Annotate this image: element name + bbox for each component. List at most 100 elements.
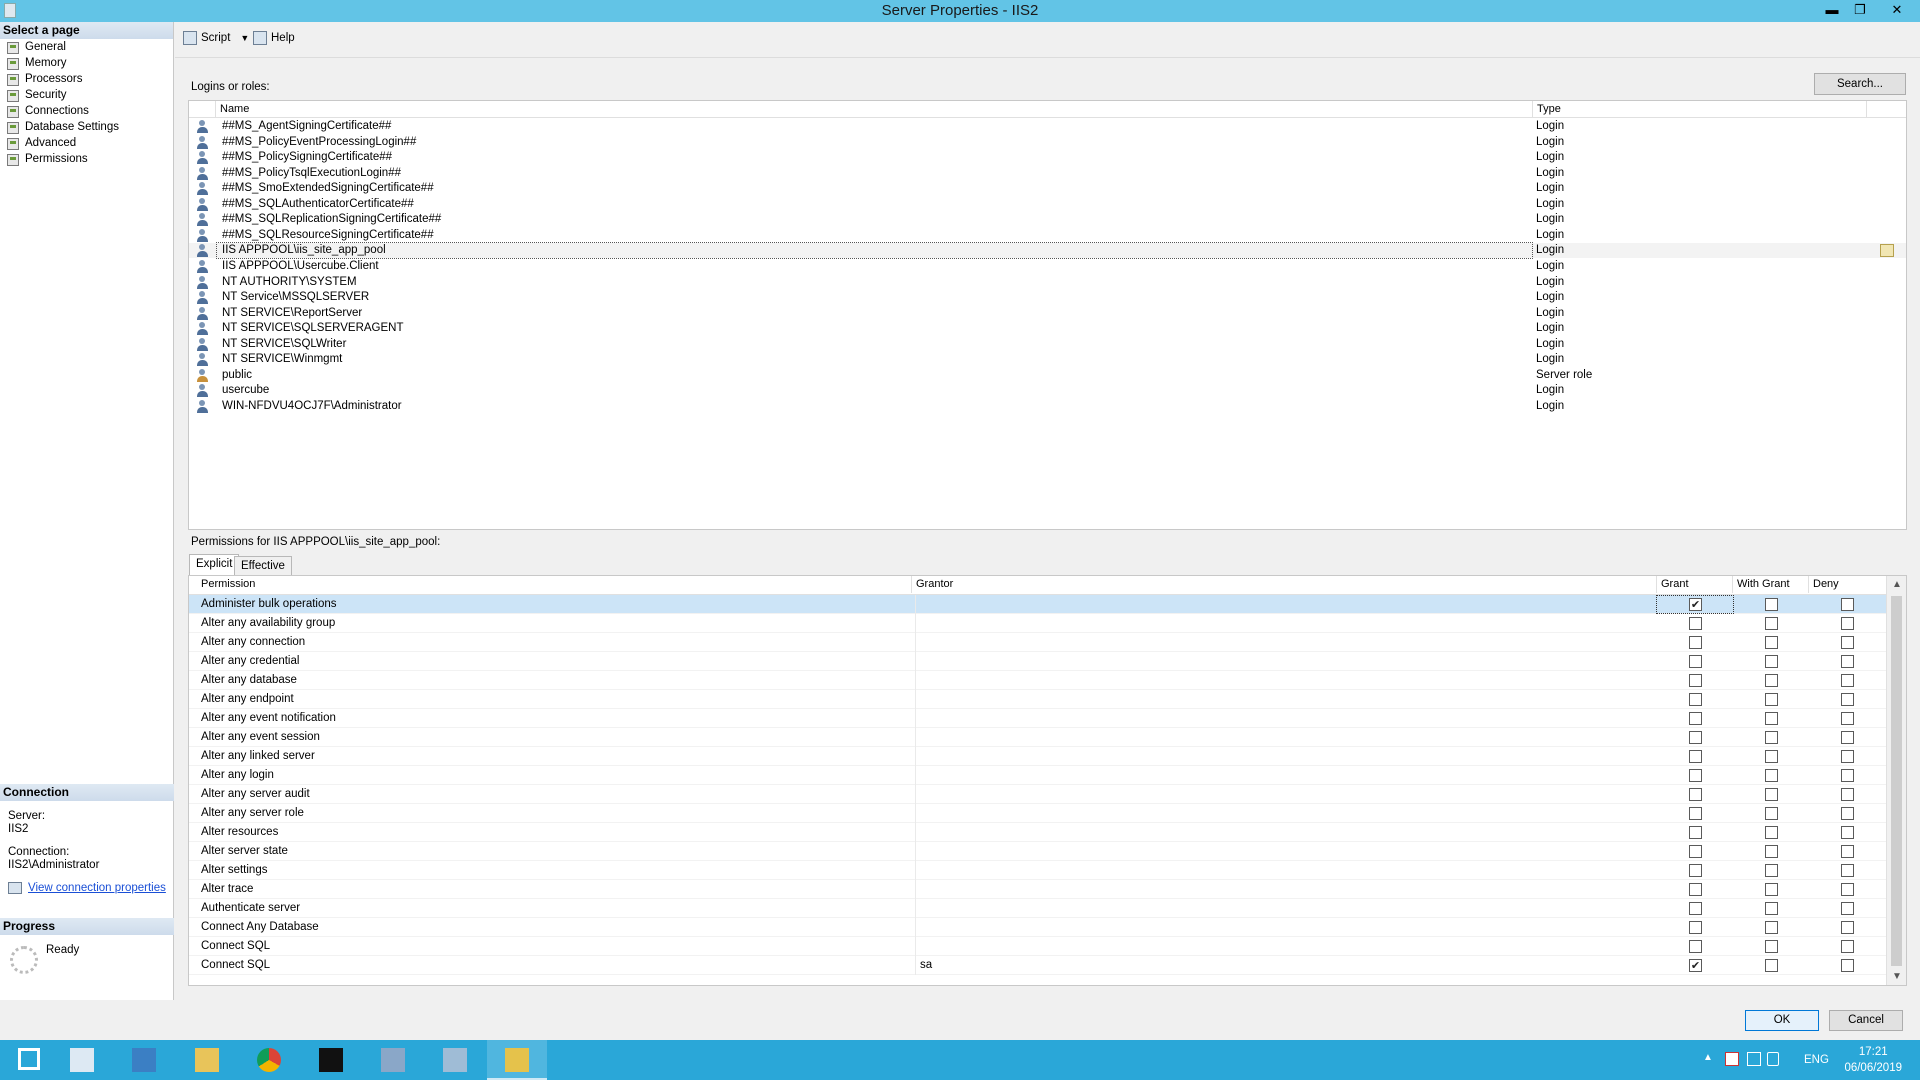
column-with-grant[interactable]: With Grant [1732, 576, 1808, 593]
close-button[interactable]: ✕ [1874, 0, 1920, 20]
grant-checkbox[interactable] [1689, 902, 1702, 915]
grant-checkbox[interactable] [1689, 864, 1702, 877]
with-grant-checkbox[interactable] [1765, 750, 1778, 763]
grant-checkbox[interactable] [1689, 598, 1702, 611]
deny-checkbox[interactable] [1841, 750, 1854, 763]
sql-config-taskbar-button[interactable] [363, 1040, 423, 1080]
search-button[interactable]: Search... [1814, 73, 1906, 95]
login-row[interactable]: ##MS_SQLReplicationSigningCertificate## L… [189, 212, 1906, 227]
permission-row[interactable]: Alter any server role [189, 804, 1886, 823]
permission-row[interactable]: Alter any event notification [189, 709, 1886, 728]
page-item-advanced[interactable]: Advanced [0, 135, 173, 151]
clock[interactable]: 17:21 06/06/2019 [1844, 1044, 1902, 1076]
deny-checkbox[interactable] [1841, 712, 1854, 725]
permission-row[interactable]: Alter trace [189, 880, 1886, 899]
permission-row[interactable]: Alter any server audit [189, 785, 1886, 804]
grant-checkbox[interactable] [1689, 788, 1702, 801]
column-deny[interactable]: Deny [1808, 576, 1886, 593]
deny-checkbox[interactable] [1841, 788, 1854, 801]
with-grant-checkbox[interactable] [1765, 693, 1778, 706]
ok-button[interactable]: OK [1745, 1010, 1819, 1031]
with-grant-checkbox[interactable] [1765, 788, 1778, 801]
permission-row[interactable]: Alter server state [189, 842, 1886, 861]
column-grantor[interactable]: Grantor [911, 576, 1656, 593]
edit-icon[interactable] [1880, 244, 1894, 258]
with-grant-checkbox[interactable] [1765, 921, 1778, 934]
chevron-down-icon[interactable]: ▼ [240, 33, 249, 43]
chrome-taskbar-button[interactable] [239, 1040, 299, 1080]
deny-checkbox[interactable] [1841, 902, 1854, 915]
page-item-security[interactable]: Security [0, 87, 173, 103]
column-name[interactable]: Name [215, 101, 1532, 118]
grant-checkbox[interactable] [1689, 769, 1702, 782]
with-grant-checkbox[interactable] [1765, 826, 1778, 839]
deny-checkbox[interactable] [1841, 883, 1854, 896]
with-grant-checkbox[interactable] [1765, 902, 1778, 915]
start-taskbar-button[interactable] [0, 1040, 60, 1080]
grant-checkbox[interactable] [1689, 940, 1702, 953]
deny-checkbox[interactable] [1841, 940, 1854, 953]
login-row[interactable]: IIS APPPOOL\Usercube.Client Login [189, 259, 1906, 274]
deny-checkbox[interactable] [1841, 807, 1854, 820]
with-grant-checkbox[interactable] [1765, 598, 1778, 611]
column-type[interactable]: Type [1532, 101, 1866, 118]
with-grant-checkbox[interactable] [1765, 712, 1778, 725]
permission-row[interactable]: Alter any availability group [189, 614, 1886, 633]
permission-row[interactable]: Alter settings [189, 861, 1886, 880]
login-row[interactable]: NT SERVICE\SQLWriter Login [189, 337, 1906, 352]
grant-checkbox[interactable] [1689, 883, 1702, 896]
deny-checkbox[interactable] [1841, 826, 1854, 839]
language-indicator[interactable]: ENG [1804, 1040, 1829, 1080]
volume-icon[interactable] [1767, 1052, 1779, 1066]
with-grant-checkbox[interactable] [1765, 674, 1778, 687]
column-grant[interactable]: Grant [1656, 576, 1732, 593]
cancel-button[interactable]: Cancel [1829, 1010, 1903, 1031]
deny-checkbox[interactable] [1841, 617, 1854, 630]
page-item-permissions[interactable]: Permissions [0, 151, 173, 167]
with-grant-checkbox[interactable] [1765, 769, 1778, 782]
deny-checkbox[interactable] [1841, 769, 1854, 782]
with-grant-checkbox[interactable] [1765, 617, 1778, 630]
deny-checkbox[interactable] [1841, 959, 1854, 972]
login-row[interactable]: usercube Login [189, 383, 1906, 398]
server-manager-taskbar-button[interactable] [52, 1040, 112, 1080]
permission-row[interactable]: Alter any event session [189, 728, 1886, 747]
page-item-database-settings[interactable]: Database Settings [0, 119, 173, 135]
permission-row[interactable]: Connect Any Database [189, 918, 1886, 937]
page-item-memory[interactable]: Memory [0, 55, 173, 71]
deny-checkbox[interactable] [1841, 655, 1854, 668]
grant-checkbox[interactable] [1689, 921, 1702, 934]
deny-checkbox[interactable] [1841, 636, 1854, 649]
file-explorer-taskbar-button[interactable] [177, 1040, 237, 1080]
deny-checkbox[interactable] [1841, 693, 1854, 706]
login-row[interactable]: NT AUTHORITY\SYSTEM Login [189, 275, 1906, 290]
restore-button[interactable]: ❐ [1846, 0, 1874, 20]
permission-row[interactable]: Alter any linked server [189, 747, 1886, 766]
permission-row[interactable]: Authenticate server [189, 899, 1886, 918]
page-item-connections[interactable]: Connections [0, 103, 173, 119]
notepad-taskbar-button[interactable] [425, 1040, 485, 1080]
login-row[interactable]: ##MS_PolicyEventProcessingLogin## Login [189, 135, 1906, 150]
permission-row[interactable]: Connect SQL [189, 937, 1886, 956]
permission-row[interactable]: Alter resources [189, 823, 1886, 842]
permission-row[interactable]: Alter any endpoint [189, 690, 1886, 709]
with-grant-checkbox[interactable] [1765, 807, 1778, 820]
grant-checkbox[interactable] [1689, 655, 1702, 668]
login-row[interactable]: ##MS_PolicySigningCertificate## Login [189, 150, 1906, 165]
login-row[interactable]: NT SERVICE\ReportServer Login [189, 306, 1906, 321]
login-row[interactable]: NT SERVICE\SQLSERVERAGENT Login [189, 321, 1906, 336]
login-row[interactable]: IIS APPPOOL\iis_site_app_pool Login [189, 242, 1906, 260]
grant-checkbox[interactable] [1689, 807, 1702, 820]
tray-expand-icon[interactable]: ▲ [1703, 1052, 1713, 1063]
grant-checkbox[interactable] [1689, 712, 1702, 725]
help-button[interactable]: Help [253, 31, 295, 45]
login-row[interactable]: ##MS_SQLResourceSigningCertificate## Logi… [189, 228, 1906, 243]
grant-checkbox[interactable] [1689, 693, 1702, 706]
permission-row[interactable]: Alter any database [189, 671, 1886, 690]
deny-checkbox[interactable] [1841, 674, 1854, 687]
grant-checkbox[interactable] [1689, 750, 1702, 763]
login-row[interactable]: NT Service\MSSQLSERVER Login [189, 290, 1906, 305]
network-icon[interactable] [1747, 1052, 1761, 1066]
login-row[interactable]: WIN-NFDVU4OCJ7F\Administrator Login [189, 399, 1906, 414]
deny-checkbox[interactable] [1841, 921, 1854, 934]
